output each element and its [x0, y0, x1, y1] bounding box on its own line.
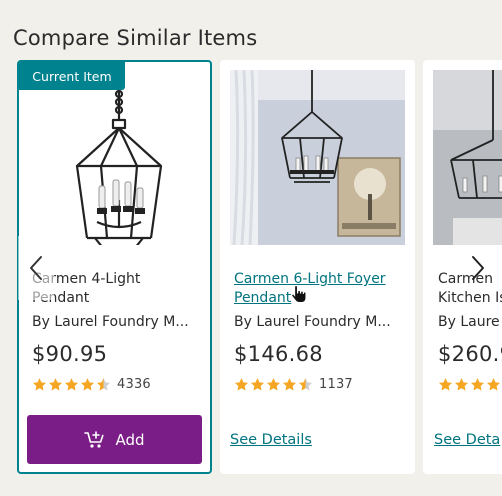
add-button-label: Add	[115, 430, 145, 449]
product-image[interactable]	[230, 69, 405, 246]
star-icon	[470, 378, 485, 391]
product-price: $90.95	[32, 342, 108, 366]
product-price: $260.9	[438, 342, 502, 366]
see-details-link[interactable]: See Details	[230, 432, 312, 448]
star-icon	[250, 378, 265, 391]
current-item-badge: Current Item	[19, 62, 125, 90]
product-brand: By Laurel Foundry M...	[234, 314, 391, 330]
star-icon	[80, 378, 95, 391]
product-rating: 1137	[234, 377, 353, 392]
product-brand: By Laure	[438, 314, 500, 330]
hand-pointer-icon	[291, 285, 307, 303]
section-title: Compare Similar Items	[13, 26, 258, 50]
product-rating: 4336	[32, 377, 151, 392]
star-half-icon	[298, 378, 313, 391]
star-icon	[234, 378, 249, 391]
carousel-prev-button[interactable]	[18, 236, 54, 300]
product-image[interactable]	[27, 70, 202, 249]
star-icon	[64, 378, 79, 391]
product-price: $146.68	[234, 342, 323, 366]
product-title-line1: Carmen 4-Light	[32, 271, 141, 287]
chevron-right-icon	[472, 256, 484, 280]
star-icon	[32, 378, 47, 391]
star-icon	[282, 378, 297, 391]
product-card[interactable]: Carmen 6-Light Foyer Pendant By Laurel F…	[220, 60, 415, 474]
product-rating	[438, 377, 501, 392]
star-icon	[486, 378, 501, 391]
star-icon	[454, 378, 469, 391]
star-icon	[438, 378, 453, 391]
product-title[interactable]: Carmen 4-Light Pendant	[32, 270, 207, 308]
product-title-line2: Pendant	[234, 290, 292, 306]
star-icon	[266, 378, 281, 391]
review-count: 4336	[117, 377, 151, 392]
product-title-link[interactable]: Carmen 6-Light Foyer Pendant	[234, 270, 409, 308]
carousel-next-button[interactable]	[460, 236, 496, 300]
chevron-left-icon	[30, 256, 42, 280]
product-image[interactable]	[433, 70, 502, 245]
review-count: 1137	[319, 377, 353, 392]
product-title-line2: Pendant	[32, 290, 90, 306]
product-brand: By Laurel Foundry M...	[32, 314, 189, 330]
product-title-line1: Carmen 6-Light Foyer	[234, 271, 386, 287]
star-half-icon	[96, 378, 111, 391]
see-details-link[interactable]: See Deta	[434, 432, 500, 448]
star-icon	[48, 378, 63, 391]
cart-plus-icon	[84, 430, 105, 448]
add-to-cart-button[interactable]: Add	[27, 415, 202, 464]
